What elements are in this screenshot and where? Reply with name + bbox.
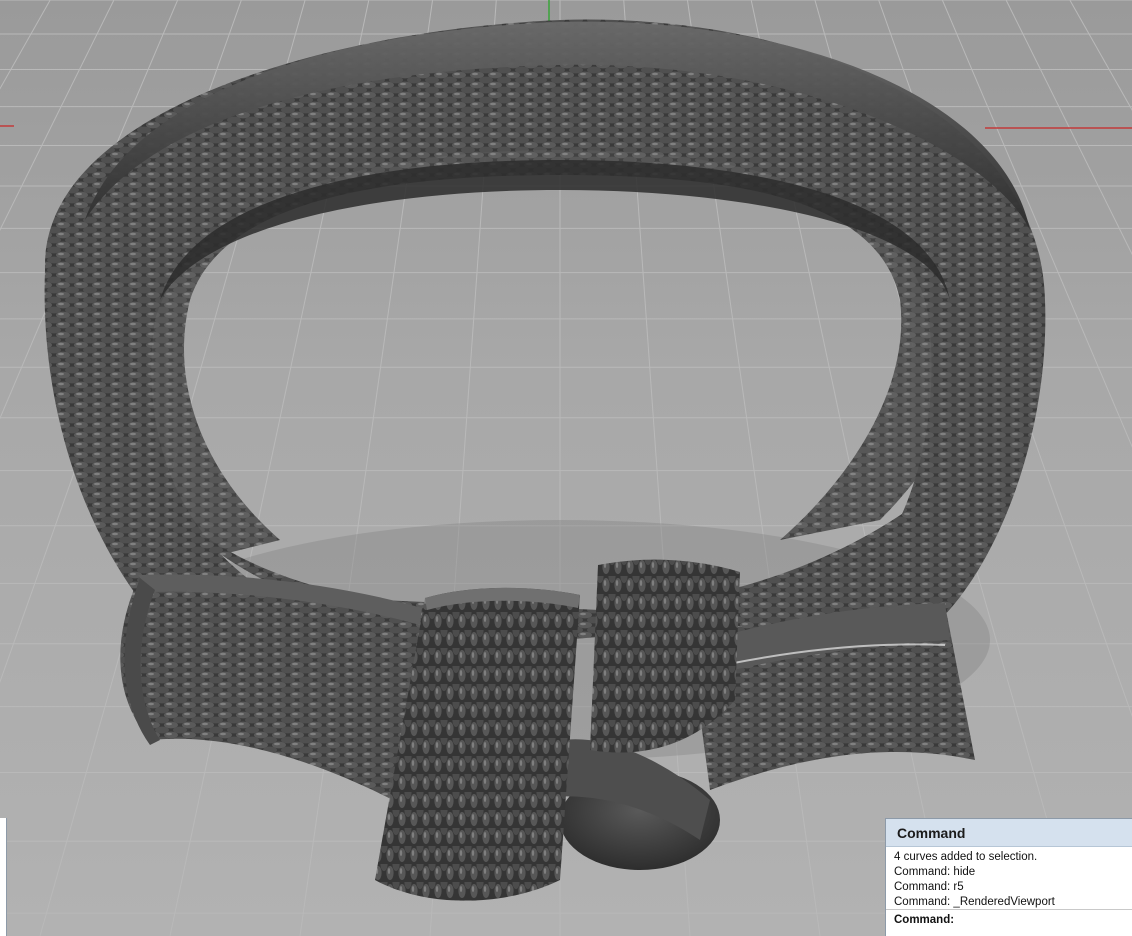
viewport-scene [0, 0, 1132, 936]
command-panel: Command 4 curves added to selection. Com… [885, 818, 1132, 936]
command-history: 4 curves added to selection. Command: hi… [886, 847, 1132, 910]
command-history-line: Command: hide [894, 866, 976, 878]
command-history-line: Command: _RenderedViewport [894, 896, 1055, 908]
rendered-viewport[interactable] [0, 0, 1132, 936]
ring-inner-surface [103, 87, 991, 560]
command-history-line: Command: r5 [894, 881, 964, 893]
command-prompt-label: Command: [894, 914, 955, 926]
command-input[interactable]: Command: [886, 909, 1132, 929]
command-history-line: 4 curves added to selection. [894, 851, 1038, 863]
left-side-panel-edge [0, 818, 7, 936]
command-panel-title: Command [886, 819, 1132, 847]
